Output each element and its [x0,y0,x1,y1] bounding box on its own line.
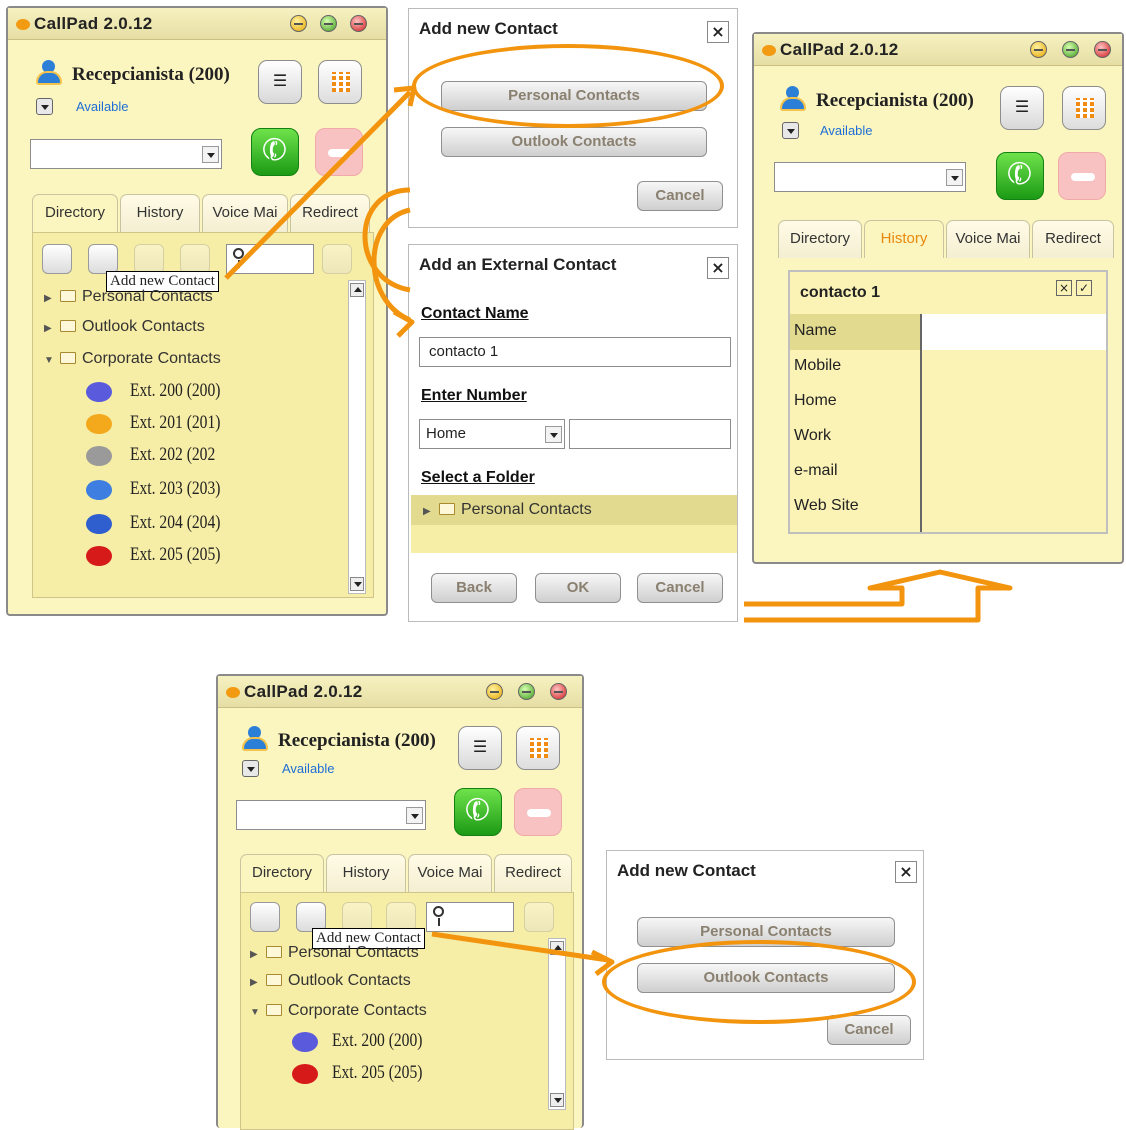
annotation-arrows [224,85,1013,976]
